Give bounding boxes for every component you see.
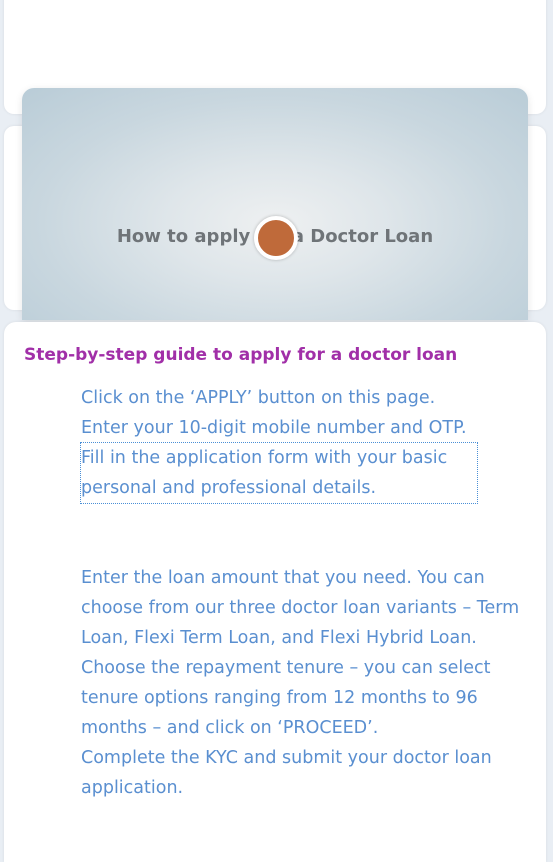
list-item: Choose the repayment tenure – you can se… (81, 658, 491, 738)
list-item: Fill in the application form with your b… (80, 442, 531, 504)
list-item: Enter the loan amount that you need. You… (81, 568, 520, 648)
list-item: Complete the KYC and submit your doctor … (81, 748, 492, 798)
steps-list: Click on the ‘APPLY’ button on this page… (80, 383, 531, 504)
guide-heading: Step-by-step guide to apply for a doctor… (24, 345, 458, 365)
video-thumbnail[interactable]: How to apply for a Doctor Loan (22, 88, 528, 320)
list-item: Click on the ‘APPLY’ button on this page… (81, 388, 436, 408)
step-text-focused[interactable]: Fill in the application form with your b… (80, 442, 478, 504)
list-item: Enter your 10-digit mobile number and OT… (81, 418, 467, 438)
play-button-icon[interactable] (254, 216, 298, 260)
steps-list-continued: Enter the loan amount that you need. You… (81, 563, 531, 803)
